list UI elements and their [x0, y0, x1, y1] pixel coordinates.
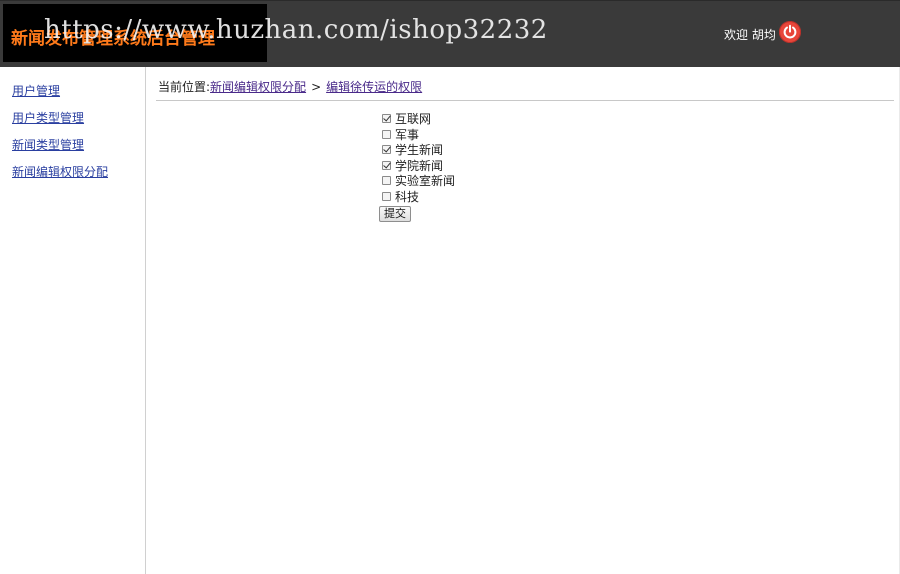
- sidebar-item-user-management[interactable]: 用户管理: [12, 82, 60, 99]
- permission-checkbox[interactable]: [382, 145, 391, 155]
- submit-button[interactable]: 提交: [379, 206, 411, 222]
- logout-button[interactable]: [779, 21, 801, 43]
- permission-item: 军事: [382, 127, 455, 143]
- permission-item: 实验室新闻: [382, 173, 455, 189]
- sidebar: 用户管理 用户类型管理 新闻类型管理 新闻编辑权限分配: [0, 67, 146, 574]
- sidebar-item-news-type-management[interactable]: 新闻类型管理: [12, 136, 84, 153]
- permission-checkbox[interactable]: [382, 114, 391, 124]
- page: 新闻发布管理系统后台管理 https://www.huzhan.com/isho…: [0, 0, 900, 574]
- permission-checkbox[interactable]: [382, 129, 391, 139]
- permission-item: 科技: [382, 189, 455, 205]
- breadcrumb-separator: >: [311, 80, 322, 94]
- breadcrumb-prefix: 当前位置:: [158, 80, 211, 94]
- permission-label: 军事: [395, 127, 420, 142]
- permission-label: 互联网: [395, 112, 432, 127]
- breadcrumb-link-permission-assign[interactable]: 新闻编辑权限分配: [210, 80, 306, 94]
- breadcrumb: 当前位置:新闻编辑权限分配 > 编辑徐传运的权限: [158, 78, 422, 95]
- permission-checkbox[interactable]: [382, 191, 391, 201]
- header: 新闻发布管理系统后台管理 https://www.huzhan.com/isho…: [0, 0, 900, 67]
- permission-list: 互联网 军事 学生新闻 学院新闻 实验室新闻 科技: [382, 111, 455, 204]
- app-title: 新闻发布管理系统后台管理: [11, 29, 215, 49]
- sidebar-item-user-type-management[interactable]: 用户类型管理: [12, 109, 84, 126]
- permission-item: 学生新闻: [382, 142, 455, 158]
- permission-item: 互联网: [382, 111, 455, 127]
- divider: [156, 100, 894, 101]
- breadcrumb-link-edit-permission[interactable]: 编辑徐传运的权限: [326, 80, 422, 94]
- permission-label: 实验室新闻: [395, 174, 456, 189]
- permission-label: 科技: [395, 189, 420, 204]
- permission-checkbox[interactable]: [382, 160, 391, 170]
- permission-checkbox[interactable]: [382, 176, 391, 186]
- power-icon: [783, 24, 797, 39]
- welcome-text: 欢迎 胡均: [724, 28, 776, 42]
- permission-label: 学生新闻: [395, 143, 444, 158]
- sidebar-item-news-edit-permission[interactable]: 新闻编辑权限分配: [12, 163, 108, 180]
- permission-label: 学院新闻: [395, 158, 444, 173]
- logo-box: 新闻发布管理系统后台管理: [3, 4, 267, 62]
- permission-item: 学院新闻: [382, 158, 455, 174]
